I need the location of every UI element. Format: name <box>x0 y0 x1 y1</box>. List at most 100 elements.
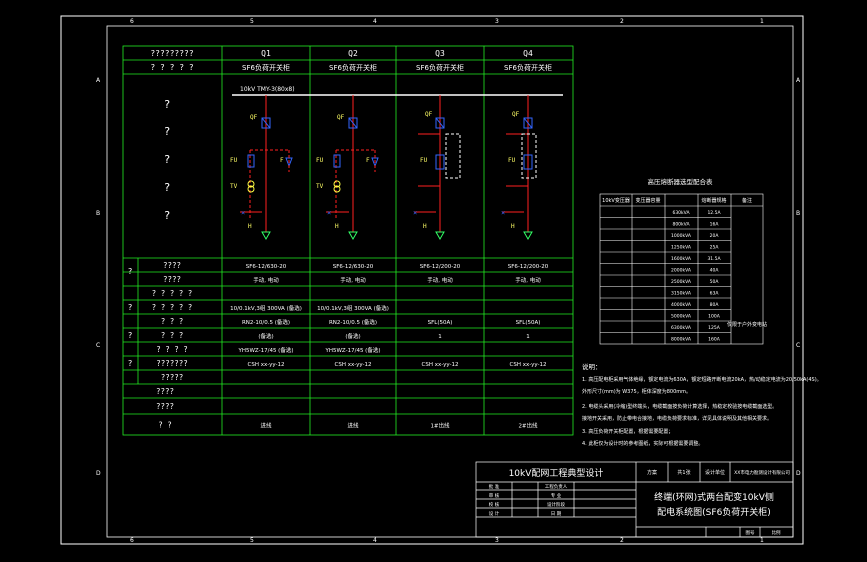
title-block-text: 10kV配网工程典型设计 方案 共1张 设计单位 XX市电力勘测设计有限公司 批… <box>489 467 790 536</box>
row-cell: CSH xx-yy-12 <box>334 362 371 368</box>
right-cell-value: 160A <box>708 337 721 343</box>
notes-line: 2. 电缆头采用(冷缩)型终端头，电缆截面按负荷计算选择，热稳定校验按电缆截面选… <box>582 403 777 410</box>
zone-number: 4 <box>373 18 377 25</box>
right-cell: 6300kVA <box>671 325 692 331</box>
row-cell: YH5WZ-17/45 (备选) <box>238 346 294 354</box>
zone-letter: D <box>96 470 101 477</box>
cross-mark: × <box>327 209 331 217</box>
zone-number: 1 <box>760 537 764 544</box>
zone-letter: D <box>796 470 801 477</box>
zone-number: 4 <box>373 537 377 544</box>
zone-letter: C <box>796 342 800 349</box>
label-h: H <box>423 223 427 230</box>
main-table <box>122 45 574 436</box>
right-cell-value: 25A <box>710 245 720 251</box>
right-cell: 1250kVA <box>671 245 692 251</box>
row-cell: 1#出线 <box>430 422 450 430</box>
row-cell: (备选) <box>258 332 273 340</box>
row-cell: 1 <box>526 334 530 340</box>
side-mark: ? <box>128 267 133 276</box>
notes-line: 外形尺寸(mm)为 W375，柜体深度为800mm。 <box>582 388 691 395</box>
row-cell: SF6-12/200-20 <box>508 264 549 270</box>
row-cell: YH5WZ-17/45 (备选) <box>325 346 381 354</box>
zone-number: 1 <box>760 18 764 25</box>
label-f: F <box>280 157 284 164</box>
row-cell: 1 <box>438 334 442 340</box>
main-table-header: ????????? Q1 Q2 Q3 Q4 ? ? ? ? ? SF6负荷开关柜… <box>150 49 552 72</box>
row-label: ? ? ? ? ? <box>152 303 193 312</box>
right-cell: 2000kVA <box>671 268 692 274</box>
zone-letter: A <box>796 77 801 84</box>
left-mark: ? <box>164 209 171 222</box>
row-cell: 手动, 电动 <box>427 276 453 284</box>
right-cell-value: 63A <box>710 291 720 297</box>
row-label: ? ? ? ? ? <box>152 289 193 298</box>
row-cell: CSH xx-yy-12 <box>421 362 458 368</box>
zone-number: 6 <box>130 537 134 544</box>
diagram-left-marks: ? ? ? ? ? <box>164 98 171 222</box>
label-qf: QF <box>250 114 258 121</box>
role-right: 设计阶段 <box>547 501 565 508</box>
row-cell: 进线 <box>347 422 359 430</box>
label-fu: FU <box>230 157 238 164</box>
header-cell: ? ? ? ? ? <box>150 63 194 72</box>
role-right: 专 业 <box>551 492 562 499</box>
left-mark: ? <box>164 153 171 166</box>
right-cell: 4000kVA <box>671 302 692 308</box>
side-marks: ? ? ? ? <box>128 267 133 368</box>
row-label: ????? <box>161 373 184 382</box>
left-mark: ? <box>164 98 171 111</box>
right-cell: 3150kVA <box>671 291 692 297</box>
design-org: XX市电力勘测设计有限公司 <box>734 469 790 476</box>
label-fu: FU <box>508 157 516 164</box>
row-cell: 手动, 电动 <box>253 276 279 284</box>
role: 批 准 <box>489 483 500 490</box>
label-tv: TV <box>316 183 324 190</box>
zone-number: 2 <box>620 537 624 544</box>
cross-mark: × <box>241 209 245 217</box>
zone-number: 2 <box>620 18 624 25</box>
row-cell: 2#出线 <box>518 422 538 430</box>
row-cell: CSH xx-yy-12 <box>247 362 284 368</box>
role-right: 工程负责人 <box>545 483 568 490</box>
label-fu: FU <box>316 157 324 164</box>
drawing-title-line1: 终端(环网)式两台配变10kV侧 <box>654 491 774 503</box>
row-label: ???? <box>163 261 181 270</box>
right-cell: 1600kVA <box>671 256 692 262</box>
zone-number: 6 <box>130 18 134 25</box>
right-header: 10kV变压器 <box>602 197 630 204</box>
page-label: 共1张 <box>677 469 690 476</box>
row-label: ? ? ? ? <box>156 345 188 354</box>
row-cell: SFL(50A) <box>428 320 453 326</box>
right-remark: 仅限于户外变电站 <box>727 321 767 328</box>
right-cell-value: 12.5A <box>707 210 721 216</box>
bus-label: 10kV TMY-3(80x8) <box>240 86 295 93</box>
row-label: ??????? <box>156 359 188 368</box>
row-label: ? ? ? <box>161 317 184 326</box>
circuit-q2: QF FU TV F × H <box>316 95 379 241</box>
scale-label: 比例 <box>772 529 781 536</box>
row-cell: SF6-12/630-20 <box>333 264 374 270</box>
circuit-q3: QF FU × H <box>413 95 461 241</box>
drawing-title-line2: 配电系统图(SF6负荷开关柜) <box>657 506 771 518</box>
row-label: ? ? ? <box>161 331 184 340</box>
row-cell: 进线 <box>260 422 272 430</box>
circuit-q4: QF FU × H <box>501 95 537 241</box>
header-cell: SF6负荷开关柜 <box>242 63 290 72</box>
zone-letter: C <box>96 342 100 349</box>
notes-title: 说明： <box>582 362 602 371</box>
sheet-label: 图号 <box>746 530 755 536</box>
right-header: 变压器容量 <box>635 197 660 204</box>
zone-number: 5 <box>250 18 254 25</box>
role-right: 日 期 <box>551 511 562 517</box>
right-cell-value: 20A <box>710 233 720 239</box>
row-label: ???? <box>156 402 174 411</box>
notes: 说明： 1. 高压配电柜采用气体绝缘，额定电流为630A，额定短路开断电流20k… <box>582 362 822 447</box>
side-mark: ? <box>128 303 133 312</box>
row-cell: (备选) <box>345 332 360 340</box>
right-cell-value: 80A <box>710 302 720 308</box>
cross-mark: × <box>501 209 505 217</box>
right-cell-value: 125A <box>708 325 721 331</box>
notes-line: 3. 高压负荷开关柜配置，根据需要配置； <box>582 428 673 435</box>
left-title: 10kV配网工程典型设计 <box>509 467 604 479</box>
